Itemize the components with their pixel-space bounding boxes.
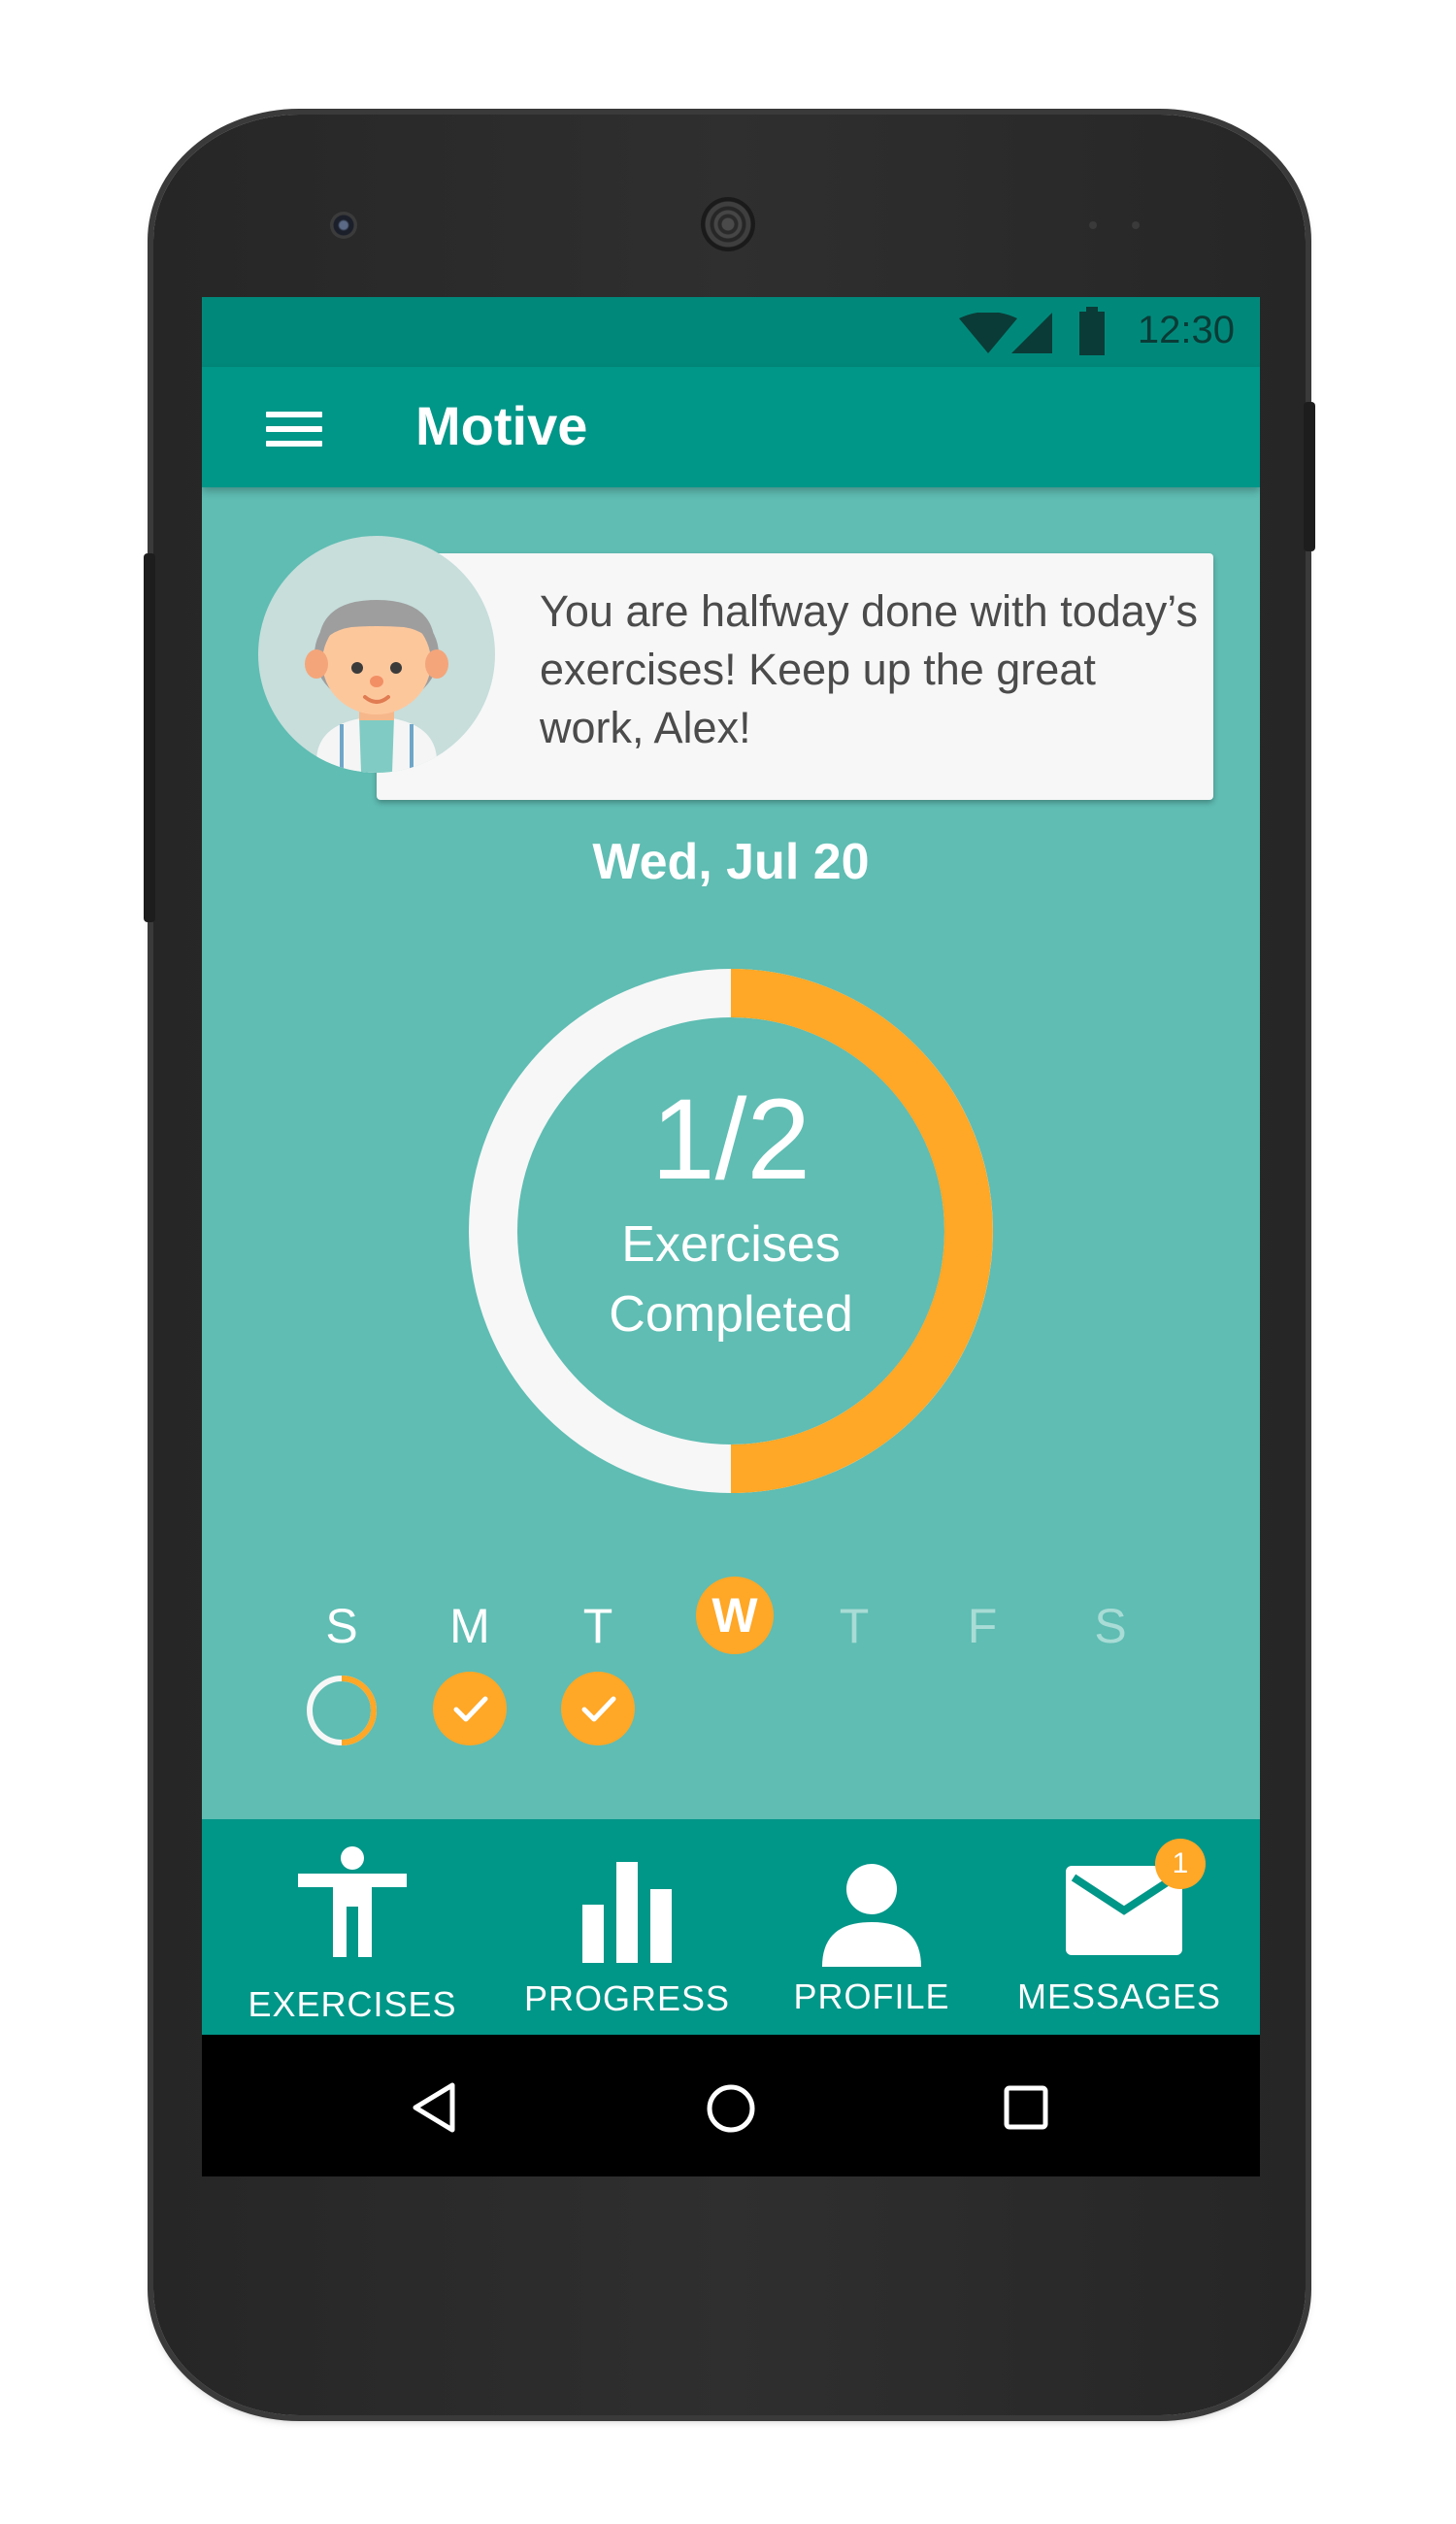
nav-messages[interactable]: 1 MESSAGES [1008, 1819, 1231, 2035]
front-camera [330, 212, 357, 239]
profile-person-icon [822, 1864, 921, 1967]
nav-progress-label: PROGRESS [523, 1978, 731, 2018]
system-navigation-bar [202, 2035, 1260, 2176]
nav-progress[interactable]: PROGRESS [511, 1819, 744, 2035]
power-button [1304, 402, 1315, 551]
earpiece-speaker [701, 197, 755, 251]
light-sensor [1132, 221, 1140, 229]
day-sunday[interactable]: S [303, 1598, 381, 1654]
day-wednesday-label: W [711, 1588, 758, 1643]
nav-profile-label: PROFILE [793, 1976, 950, 2016]
proximity-sensor [1089, 221, 1097, 229]
label-line-2: Completed [609, 1286, 853, 1343]
day-monday[interactable]: M [431, 1598, 509, 1654]
back-triangle-icon[interactable] [410, 2081, 458, 2134]
day-partial-indicator [307, 1676, 377, 1745]
bottom-navigation: EXERCISES PROGRESS PROFILE 1 MESSAGES [202, 1819, 1260, 2035]
home-circle-icon[interactable] [704, 2081, 758, 2136]
person-exercise-icon [298, 1846, 407, 1957]
nav-profile[interactable]: PROFILE [775, 1819, 969, 2035]
nav-exercises[interactable]: EXERCISES [241, 1819, 464, 2035]
label-line-1: Exercises [621, 1216, 841, 1273]
recents-square-icon[interactable] [1002, 2083, 1050, 2132]
day-friday[interactable]: F [943, 1598, 1021, 1654]
day-saturday[interactable]: S [1072, 1598, 1149, 1654]
volume-button [144, 553, 155, 922]
day-thursday[interactable]: T [815, 1598, 893, 1654]
day-complete-check-icon [561, 1672, 635, 1745]
day-complete-check-icon [433, 1672, 507, 1745]
nav-exercises-label: EXERCISES [248, 1984, 457, 2024]
bar-chart-icon [582, 1862, 672, 1963]
nav-messages-label: MESSAGES [1016, 1976, 1222, 2016]
app-screen: 12:30 Motive You are halfway done with t… [202, 297, 1260, 2176]
exercises-count: 1/2 [650, 1076, 811, 1204]
day-wednesday-current[interactable]: W [696, 1577, 774, 1654]
messages-badge: 1 [1155, 1839, 1206, 1889]
day-tuesday[interactable]: T [559, 1598, 637, 1654]
exercises-completed-label: Exercises Completed [202, 1210, 1260, 1349]
